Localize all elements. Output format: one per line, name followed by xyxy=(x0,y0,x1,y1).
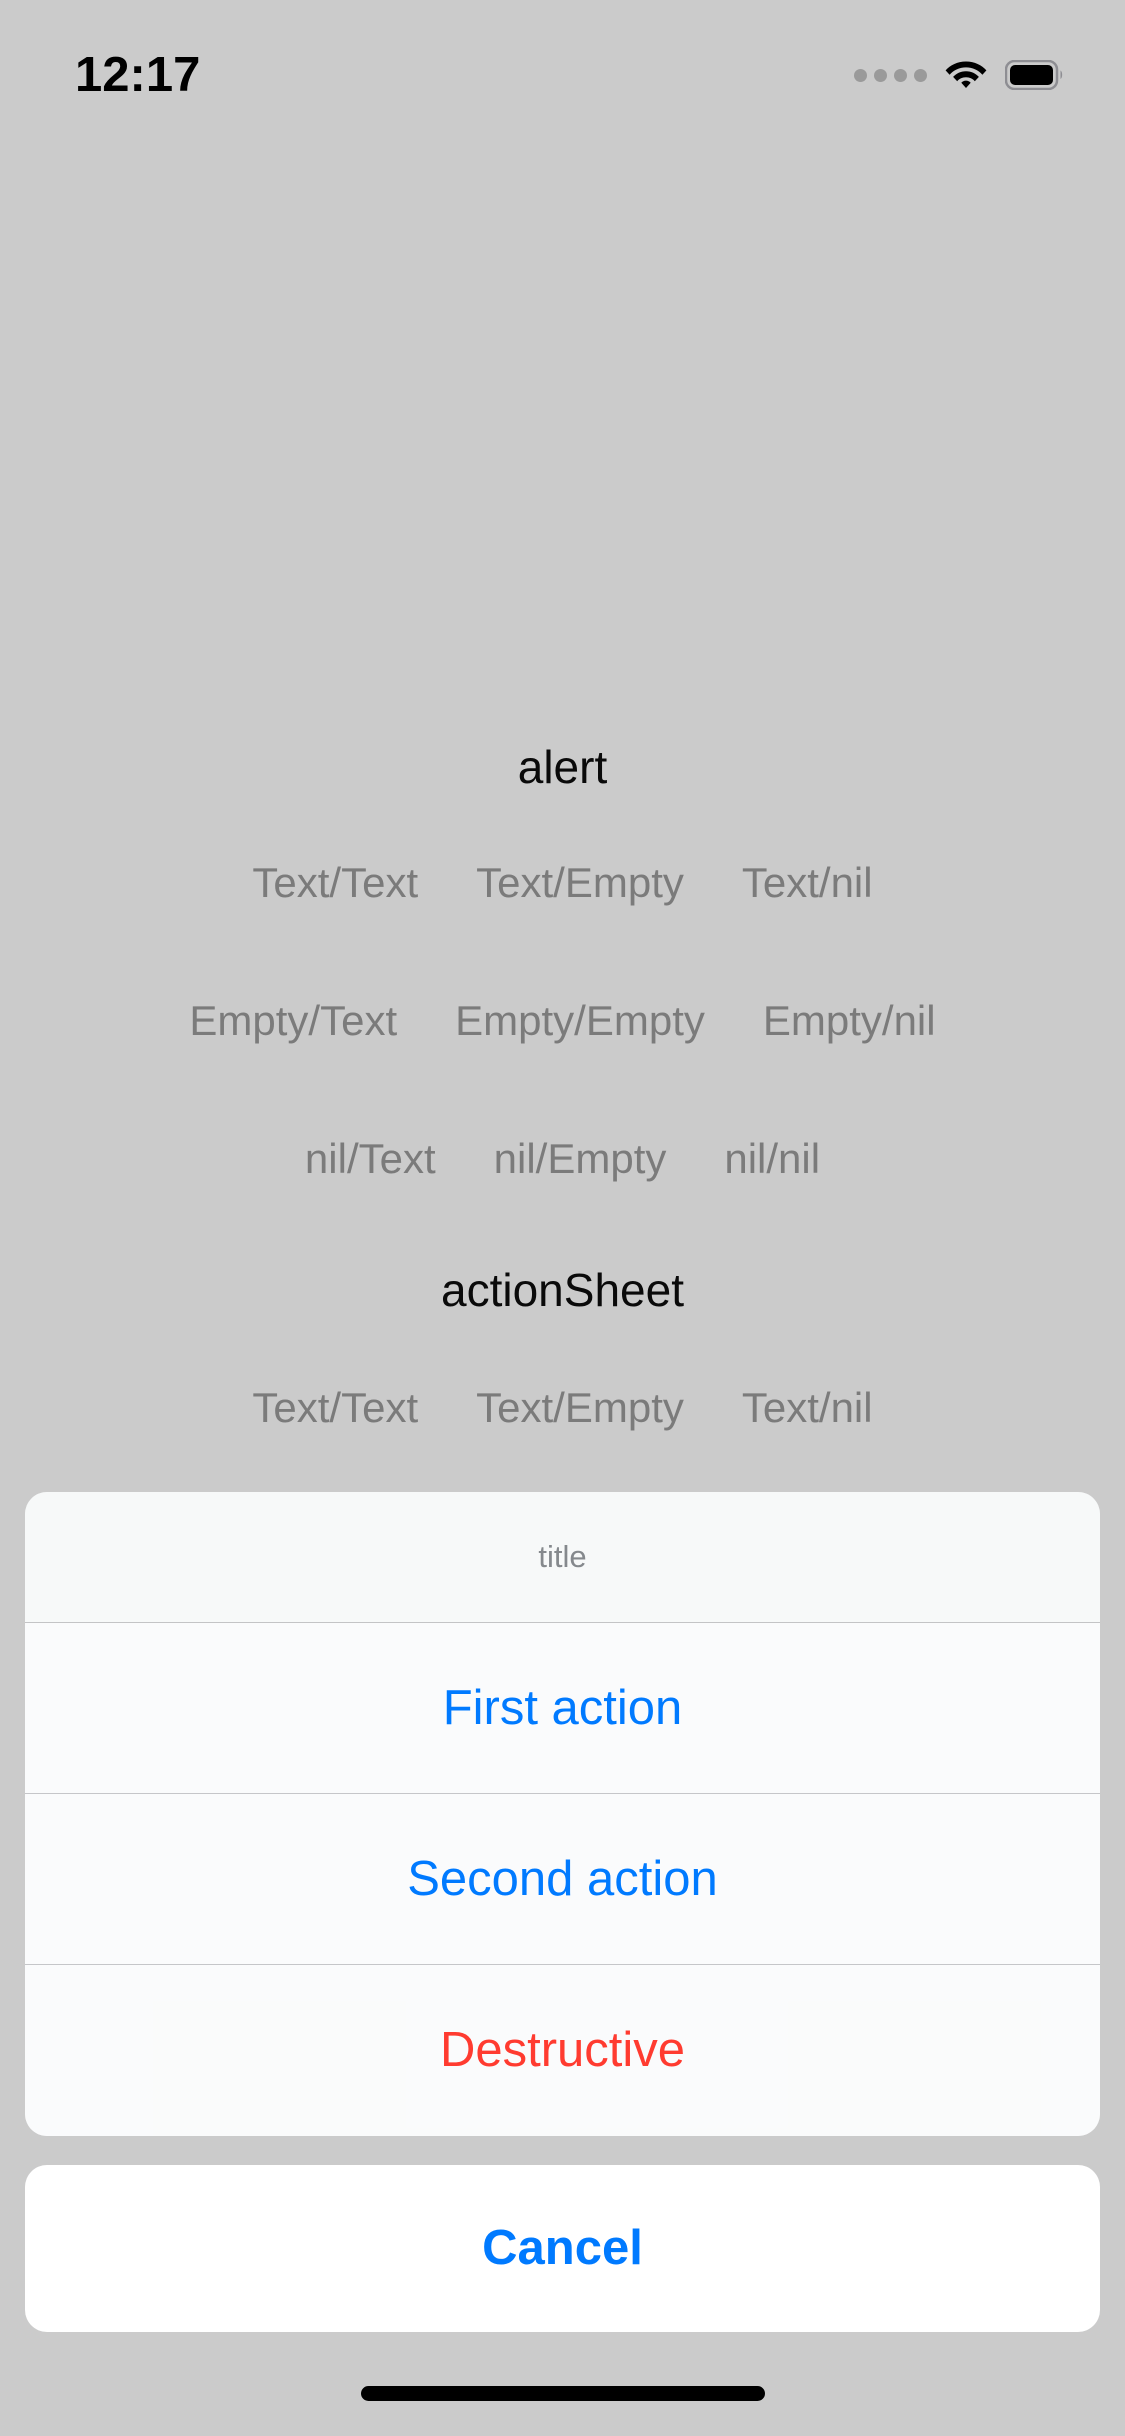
alert-button-nil-empty[interactable]: nil/Empty xyxy=(484,1135,677,1182)
status-bar-time: 12:17 xyxy=(75,47,201,102)
alert-button-empty-nil[interactable]: Empty/nil xyxy=(753,997,946,1044)
action-sheet-cancel-label: Cancel xyxy=(482,2221,643,2275)
action-sheet-item-destructive[interactable]: Destructive xyxy=(25,1965,1100,2136)
action-sheet-cancel-button[interactable]: Cancel xyxy=(25,2165,1100,2332)
status-bar: 12:17 xyxy=(0,0,1125,132)
alert-button-nil-nil[interactable]: nil/nil xyxy=(714,1135,830,1182)
action-sheet-item-second-action[interactable]: Second action xyxy=(25,1794,1100,1965)
alert-button-text-nil[interactable]: Text/nil xyxy=(732,859,883,906)
alert-button-text-empty[interactable]: Text/Empty xyxy=(466,859,694,906)
alert-button-row-empty: Empty/Text Empty/Empty Empty/nil xyxy=(0,997,1125,1044)
alert-button-row-nil: nil/Text nil/Empty nil/nil xyxy=(0,1135,1125,1182)
alert-button-nil-text[interactable]: nil/Text xyxy=(295,1135,446,1182)
signal-dots-icon xyxy=(854,68,927,82)
actionsheet-button-row-text: Text/Text Text/Empty Text/nil xyxy=(0,1384,1125,1431)
action-sheet-panel: title First action Second action Destruc… xyxy=(25,1492,1100,2136)
action-sheet-item-label: First action xyxy=(442,1680,683,1735)
section-heading-alert: alert xyxy=(517,741,608,793)
wifi-icon xyxy=(945,57,987,94)
action-sheet-title: title xyxy=(538,1539,587,1574)
action-sheet-item-label: Second action xyxy=(407,1851,718,1906)
actionsheet-button-text-nil[interactable]: Text/nil xyxy=(732,1384,883,1431)
action-sheet-item-label: Destructive xyxy=(439,2023,686,2077)
action-sheet-item-first-action[interactable]: First action xyxy=(25,1623,1100,1794)
actionsheet-button-text-text[interactable]: Text/Text xyxy=(242,1384,428,1431)
section-heading-actionsheet: actionSheet xyxy=(441,1264,684,1316)
alert-button-empty-empty[interactable]: Empty/Empty xyxy=(445,997,715,1044)
actionsheet-button-text-empty[interactable]: Text/Empty xyxy=(466,1384,694,1431)
alert-button-empty-text[interactable]: Empty/Text xyxy=(179,997,407,1044)
alert-button-row-text: Text/Text Text/Empty Text/nil xyxy=(0,859,1125,906)
home-indicator[interactable] xyxy=(360,2386,765,2401)
battery-full-icon xyxy=(1005,60,1065,90)
alert-button-text-text[interactable]: Text/Text xyxy=(242,859,428,906)
action-sheet-title-row: title xyxy=(25,1492,1100,1623)
status-bar-indicators xyxy=(854,39,1065,94)
